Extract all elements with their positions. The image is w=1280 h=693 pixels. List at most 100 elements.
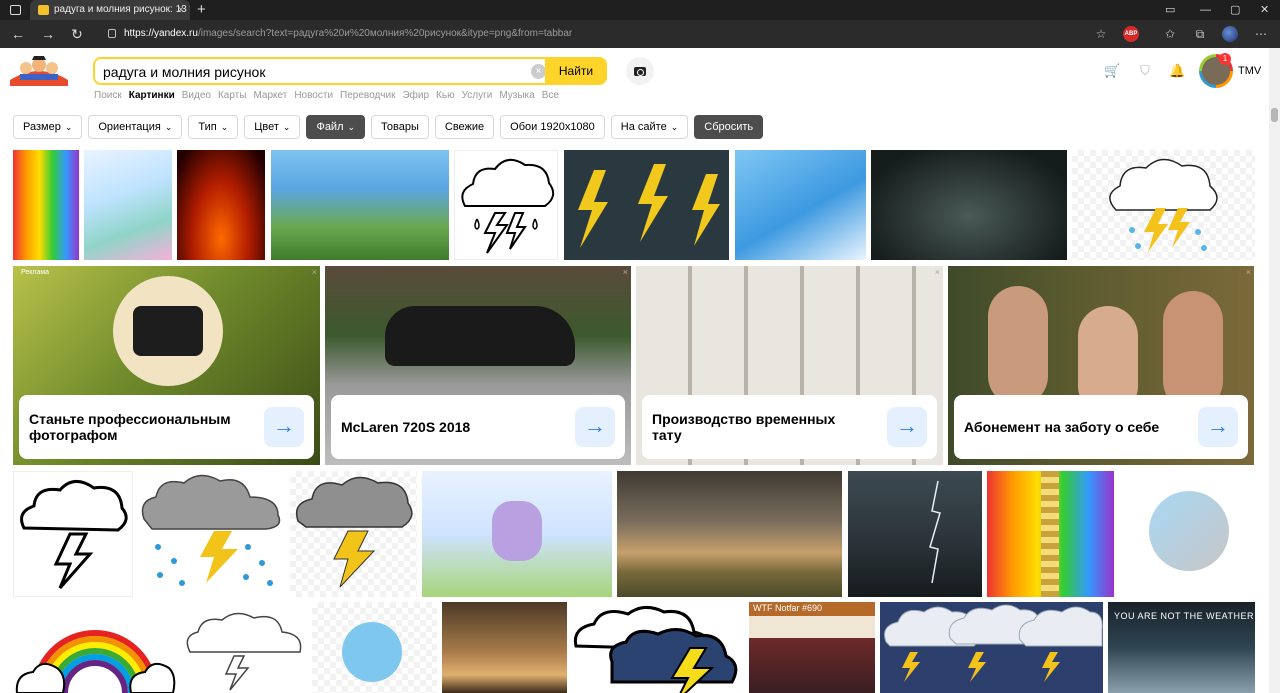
ad-card[interactable]: Реклама × Станьте профессиональным фотог… <box>13 266 320 465</box>
reload-button[interactable]: ↻ <box>67 24 87 44</box>
service-video[interactable]: Видео <box>182 90 211 101</box>
ad-card[interactable]: × Производство временных тату → <box>636 266 943 465</box>
image-result[interactable]: YOU ARE NOT THE WEATHER <box>1108 602 1255 693</box>
filter-color[interactable]: Цвет ⌄ <box>244 115 301 139</box>
cloud-bolt-outline-drawing <box>20 480 128 589</box>
filter-bar: Размер ⌄ Ориентация ⌄ Тип ⌄ Цвет ⌄ Файл ⌄ Товары Св… <box>13 115 769 139</box>
image-result[interactable] <box>735 150 866 260</box>
image-result[interactable] <box>422 471 612 597</box>
image-result[interactable] <box>1119 471 1255 597</box>
service-translate[interactable]: Переводчик <box>340 90 395 101</box>
service-efir[interactable]: Эфир <box>402 90 429 101</box>
filter-file[interactable]: Файл ⌄ <box>306 115 366 139</box>
dark-clouds-bolt-drawing <box>573 606 738 693</box>
ad-close-icon[interactable]: × <box>935 267 940 277</box>
image-result[interactable] <box>271 150 449 260</box>
cart-icon[interactable]: 🛒 <box>1104 63 1120 79</box>
image-result[interactable] <box>182 602 307 693</box>
image-result[interactable] <box>290 471 417 597</box>
services-nav: Поиск Картинки Видео Карты Маркет Новости Пере… <box>94 90 566 104</box>
notification-badge: 1 <box>1219 53 1231 65</box>
ad-close-icon[interactable]: × <box>1246 267 1251 277</box>
url-host: https://yandex.ru <box>124 28 198 39</box>
page-scrollbar[interactable] <box>1269 48 1280 693</box>
image-result[interactable] <box>454 150 558 260</box>
service-search[interactable]: Поиск <box>94 90 122 101</box>
window-menu-icon[interactable] <box>10 5 21 15</box>
filter-site[interactable]: На сайте ⌄ <box>610 115 689 139</box>
collections-icon[interactable]: ▭ <box>1165 0 1175 20</box>
image-result[interactable] <box>1072 150 1255 260</box>
address-bar: ← → ↻ https://yandex.ru/images/search?te… <box>0 20 1280 48</box>
filter-type[interactable]: Тип ⌄ <box>188 115 239 139</box>
image-result[interactable] <box>13 150 79 260</box>
image-result[interactable] <box>13 602 177 693</box>
service-market[interactable]: Маркет <box>253 90 287 101</box>
image-result[interactable] <box>564 150 729 260</box>
image-result[interactable]: WTF Notfar #690 <box>749 602 875 693</box>
ad-card[interactable]: × McLaren 720S 2018 → <box>325 266 631 465</box>
service-news[interactable]: Новости <box>294 90 333 101</box>
filter-orientation[interactable]: Ориентация ⌄ <box>88 115 183 139</box>
service-maps[interactable]: Карты <box>218 90 247 101</box>
image-result[interactable] <box>617 471 842 597</box>
image-result[interactable] <box>84 150 172 260</box>
forward-button[interactable]: → <box>38 24 58 44</box>
service-music[interactable]: Музыка <box>499 90 534 101</box>
user-name[interactable]: TMV <box>1238 65 1261 77</box>
arrow-right-icon[interactable]: → <box>887 407 927 447</box>
image-result[interactable] <box>312 602 437 693</box>
ad-close-icon[interactable]: × <box>312 267 317 277</box>
bell-icon[interactable]: 🔔 <box>1169 63 1185 79</box>
image-result[interactable] <box>880 602 1103 693</box>
arrow-right-icon[interactable]: → <box>1198 407 1238 447</box>
image-result[interactable] <box>442 602 567 693</box>
scrollbar-thumb[interactable] <box>1271 108 1278 122</box>
pony-hoof-drawing <box>492 501 542 561</box>
image-result[interactable] <box>871 150 1067 260</box>
browser-tab[interactable]: радуга и молния рисунок: 13 т × <box>30 0 190 20</box>
close-window-icon[interactable]: ✕ <box>1260 0 1269 20</box>
bookmark-star-icon[interactable]: ☆ <box>1092 25 1110 43</box>
favorites-icon[interactable]: ✩ <box>1161 25 1179 43</box>
service-images[interactable]: Картинки <box>129 90 175 101</box>
filter-fresh[interactable]: Свежие <box>434 115 495 139</box>
ad-card[interactable]: × Абонемент на заботу о себе → <box>948 266 1254 465</box>
camera-search-icon[interactable] <box>626 57 654 85</box>
search-input[interactable] <box>103 62 523 82</box>
new-tab-button[interactable]: + <box>197 0 206 20</box>
shield-icon[interactable]: ⛉ <box>1137 63 1153 79</box>
tab-title: радуга и молния рисунок: 13 т <box>54 4 190 15</box>
ad-close-icon[interactable]: × <box>623 267 628 277</box>
url-field[interactable]: https://yandex.ru/images/search?text=рад… <box>100 23 1140 45</box>
close-tab-icon[interactable]: × <box>178 0 184 20</box>
browser-profile-avatar[interactable] <box>1222 26 1238 42</box>
arrow-right-icon[interactable]: → <box>264 407 304 447</box>
filter-goods[interactable]: Товары <box>371 115 429 139</box>
image-result[interactable] <box>572 602 744 693</box>
collections-icon[interactable]: ⧉ <box>1191 25 1209 43</box>
adblock-icon[interactable]: ABP <box>1123 26 1139 42</box>
back-button[interactable]: ← <box>8 24 28 44</box>
maximize-icon[interactable]: ▢ <box>1230 0 1240 20</box>
service-q[interactable]: Кью <box>436 90 455 101</box>
image-result[interactable] <box>987 471 1114 597</box>
filter-wallpaper[interactable]: Обои 1920x1080 <box>500 115 605 139</box>
more-menu-icon[interactable]: ⋯ <box>1252 25 1270 43</box>
reset-filters-button[interactable]: Сбросить <box>694 115 764 139</box>
service-all[interactable]: Все <box>542 90 559 101</box>
filter-size[interactable]: Размер ⌄ <box>13 115 83 139</box>
search-button[interactable]: Найти <box>545 57 607 85</box>
clear-search-icon[interactable]: × <box>531 64 546 79</box>
image-result[interactable] <box>13 471 133 597</box>
arrow-right-icon[interactable]: → <box>575 407 615 447</box>
storm-cloud-drawing <box>461 158 555 254</box>
image-result[interactable] <box>848 471 982 597</box>
ad-photo-car <box>385 306 575 366</box>
minimize-icon[interactable]: — <box>1200 0 1211 20</box>
service-uslugi[interactable]: Услуги <box>462 90 493 101</box>
yandex-logo[interactable] <box>8 54 70 86</box>
image-result[interactable] <box>138 471 285 597</box>
image-result[interactable] <box>177 150 265 260</box>
yandex-favicon-icon <box>38 5 49 15</box>
